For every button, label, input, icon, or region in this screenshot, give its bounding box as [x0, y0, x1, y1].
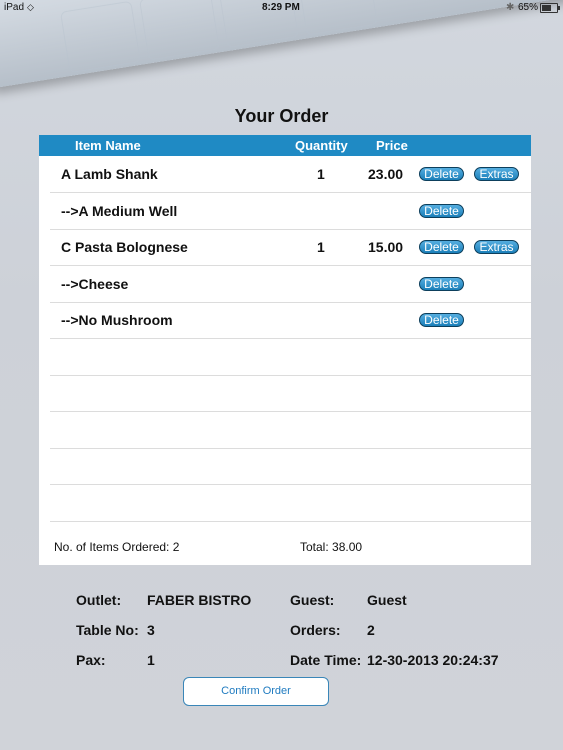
- items-ordered-count: No. of Items Ordered: 2: [54, 540, 180, 554]
- pax-label: Pax:: [76, 652, 106, 668]
- datetime-value: 12-30-2013 20:24:37: [367, 652, 499, 668]
- column-header-price: Price: [376, 138, 408, 153]
- delete-button[interactable]: Delete: [419, 167, 464, 181]
- extras-button[interactable]: Extras: [474, 240, 519, 254]
- delete-button[interactable]: Delete: [419, 204, 464, 218]
- orders-value: 2: [367, 622, 375, 638]
- table-no-label: Table No:: [76, 622, 139, 638]
- battery-percent: 65%: [518, 2, 539, 13]
- outlet-label: Outlet:: [76, 592, 122, 608]
- orders-label: Orders:: [290, 622, 341, 638]
- delete-button[interactable]: Delete: [419, 313, 464, 327]
- table-row[interactable]: -->A Medium Well Delete: [50, 193, 531, 230]
- curled-menu-background: [0, 0, 563, 110]
- table-header: Item Name Quantity Price: [39, 135, 531, 156]
- item-name: -->A Medium Well: [61, 203, 178, 219]
- clock: 8:29 PM: [262, 2, 300, 13]
- item-price: 15.00: [368, 239, 404, 255]
- item-name: C Pasta Bolognese: [61, 239, 188, 255]
- item-price: 23.00: [368, 166, 404, 182]
- empty-row: [50, 375, 531, 412]
- table-row[interactable]: -->No Mushroom Delete: [50, 302, 531, 339]
- extras-button[interactable]: Extras: [474, 167, 519, 181]
- column-header-item-name: Item Name: [75, 138, 141, 153]
- item-name: -->Cheese: [61, 276, 129, 292]
- guest-label: Guest:: [290, 592, 335, 608]
- item-quantity: 1: [317, 239, 325, 255]
- empty-row: [50, 412, 531, 449]
- pax-value: 1: [147, 652, 155, 668]
- wifi-icon: ◇: [27, 2, 34, 12]
- bluetooth-icon: ✱: [506, 2, 515, 13]
- delete-button[interactable]: Delete: [419, 240, 464, 254]
- guest-value: Guest: [367, 592, 407, 608]
- datetime-label: Date Time:: [290, 652, 362, 668]
- empty-row: [50, 448, 531, 485]
- empty-row: [50, 339, 531, 376]
- battery-icon: [540, 3, 560, 13]
- column-header-quantity: Quantity: [295, 138, 348, 153]
- battery-fill: [542, 5, 551, 11]
- order-table: Item Name Quantity Price A Lamb Shank 1 …: [39, 135, 531, 565]
- status-bar: iPad ◇ 8:29 PM ✱ 65%: [0, 0, 563, 16]
- empty-row: [50, 485, 531, 522]
- table-row[interactable]: C Pasta Bolognese 1 15.00 Delete Extras: [50, 229, 531, 266]
- confirm-order-button[interactable]: Confirm Order: [183, 677, 329, 706]
- table-row[interactable]: A Lamb Shank 1 23.00 Delete Extras: [50, 156, 531, 193]
- device-name: iPad: [4, 2, 25, 13]
- page-title: Your Order: [234, 106, 329, 126]
- item-name: A Lamb Shank: [61, 166, 158, 182]
- delete-button[interactable]: Delete: [419, 277, 464, 291]
- item-quantity: 1: [317, 166, 325, 182]
- order-total: Total: 38.00: [300, 540, 363, 554]
- table-no-value: 3: [147, 622, 155, 638]
- item-name: -->No Mushroom: [61, 312, 173, 328]
- table-row[interactable]: -->Cheese Delete: [50, 266, 531, 303]
- outlet-value: FABER BISTRO: [147, 592, 252, 608]
